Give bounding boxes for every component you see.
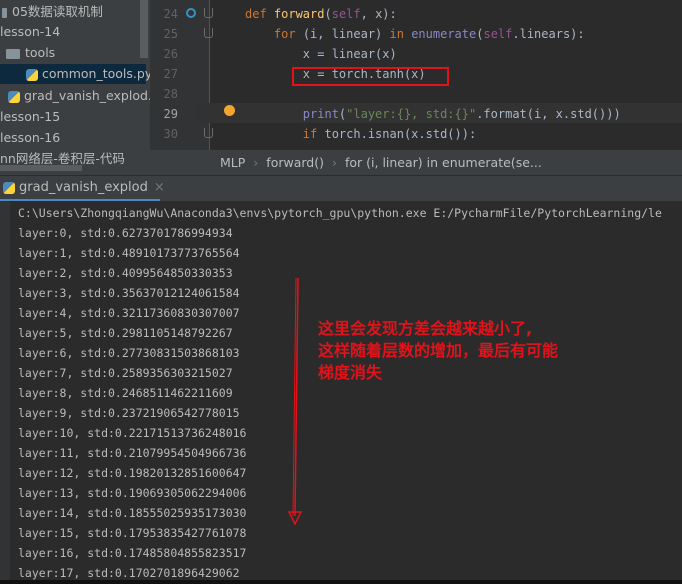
tree-item-lesson-16[interactable]: lesson-16 — [0, 128, 60, 148]
close-icon[interactable]: × — [154, 180, 165, 195]
console-line: layer:12, std:0.19820132851600647 — [18, 466, 247, 480]
line-number: 26 — [163, 47, 178, 61]
console-line: layer:13, std:0.19069305062294006 — [18, 486, 247, 500]
code-line-26: x = linear(x) — [245, 47, 397, 61]
bottom-edge — [0, 580, 682, 584]
tree-vertical-scrollbar[interactable] — [140, 0, 148, 58]
tree-item-lesson-15[interactable]: lesson-15 — [0, 107, 60, 127]
annotation-line: 这样随着层数的增加，最后有可能 — [318, 341, 559, 360]
fold-marker-icon[interactable] — [204, 128, 213, 138]
project-tree: 05数据读取机制 lesson-14 tools common_tools.py… — [0, 0, 150, 175]
console-line: layer:0, std:0.6273701786994934 — [18, 226, 233, 240]
annotation-line: 梯度消失 — [318, 363, 383, 382]
folder-icon — [6, 48, 20, 59]
gutter: 24 25 26 27 28 29 30 — [150, 0, 213, 150]
fold-marker-icon[interactable] — [204, 28, 213, 38]
code-line-30: if torch.isnan(x.std()): — [302, 127, 477, 141]
line-number: 25 — [163, 27, 178, 41]
breadcrumb-item[interactable]: for (i, linear) in enumerate(se... — [345, 155, 542, 170]
console-line: layer:2, std:0.4099564850330353 — [18, 266, 233, 280]
tree-item-tools[interactable]: tools — [6, 43, 55, 63]
code-line-29: print("layer:{}, std:{}".format(i, x.std… — [302, 107, 621, 121]
highlight-box — [292, 67, 449, 86]
tree-horizontal-scrollbar[interactable] — [0, 165, 82, 171]
lightbulb-icon[interactable] — [224, 105, 235, 116]
console-line: layer:15, std:0.17953835427761078 — [18, 526, 247, 540]
folder-icon — [2, 7, 7, 18]
console-line: layer:16, std:0.17485804855823517 — [18, 546, 247, 560]
console-line: layer:5, std:0.2981105148792267 — [18, 326, 233, 340]
tree-item-common-tools[interactable]: common_tools.py — [0, 64, 150, 84]
line-number: 27 — [163, 67, 178, 81]
tree-item-grad-vanish[interactable]: grad_vanish_explod.py — [8, 86, 150, 106]
console-line: layer:6, std:0.27730831503868103 — [18, 346, 240, 360]
breadcrumb-item[interactable]: forward() — [266, 155, 324, 170]
console-line: layer:9, std:0.23721906542778015 — [18, 406, 240, 420]
breadcrumb-item[interactable]: MLP — [220, 155, 245, 170]
down-arrow-annotation — [287, 277, 303, 526]
line-number: 24 — [163, 7, 178, 21]
python-file-icon — [26, 68, 38, 81]
console-line: layer:14, std:0.18555025935173030 — [18, 506, 247, 520]
python-file-icon — [8, 90, 20, 103]
python-icon — [3, 181, 15, 194]
run-tab[interactable]: grad_vanish_explod × — [0, 176, 165, 202]
tree-item-05[interactable]: 05数据读取机制 — [2, 2, 103, 22]
fold-marker-icon[interactable] — [204, 8, 213, 18]
console-line: layer:1, std:0.48910173773765564 — [18, 246, 240, 260]
code-line-24: def forward(self, x): — [245, 7, 397, 21]
line-number: 28 — [163, 87, 178, 101]
console-line: layer:8, std:0.2468511462211609 — [18, 386, 233, 400]
console-line: layer:10, std:0.22171513736248016 — [18, 426, 247, 440]
annotation-text: 这里会发现方差会越来越小了, 这样随着层数的增加，最后有可能 梯度消失 — [318, 318, 558, 384]
console-line: layer:7, std:0.2589356303215027 — [18, 366, 233, 380]
console-gutter — [0, 201, 10, 584]
console-line: layer:4, std:0.32117360830307007 — [18, 306, 240, 320]
line-number: 29 — [163, 107, 178, 121]
console-line: layer:3, std:0.35637012124061584 — [18, 286, 240, 300]
run-console[interactable]: C:\Users\ZhongqiangWu\Anaconda3\envs\pyt… — [0, 201, 682, 584]
console-line: layer:11, std:0.21079954504966736 — [18, 446, 247, 460]
line-number: 30 — [163, 127, 178, 141]
run-tab-bar: grad_vanish_explod × — [0, 175, 682, 202]
annotation-line: 这里会发现方差会越来越小了, — [318, 319, 533, 338]
breadcrumb: MLP › forward() › for (i, linear) in enumera… — [150, 150, 682, 175]
console-command: C:\Users\ZhongqiangWu\Anaconda3\envs\pyt… — [18, 206, 662, 220]
tree-item-lesson-14[interactable]: lesson-14 — [0, 22, 60, 42]
code-line-25: for (i, linear) in enumerate(self.linear… — [273, 27, 585, 41]
override-method-icon[interactable] — [186, 8, 196, 18]
